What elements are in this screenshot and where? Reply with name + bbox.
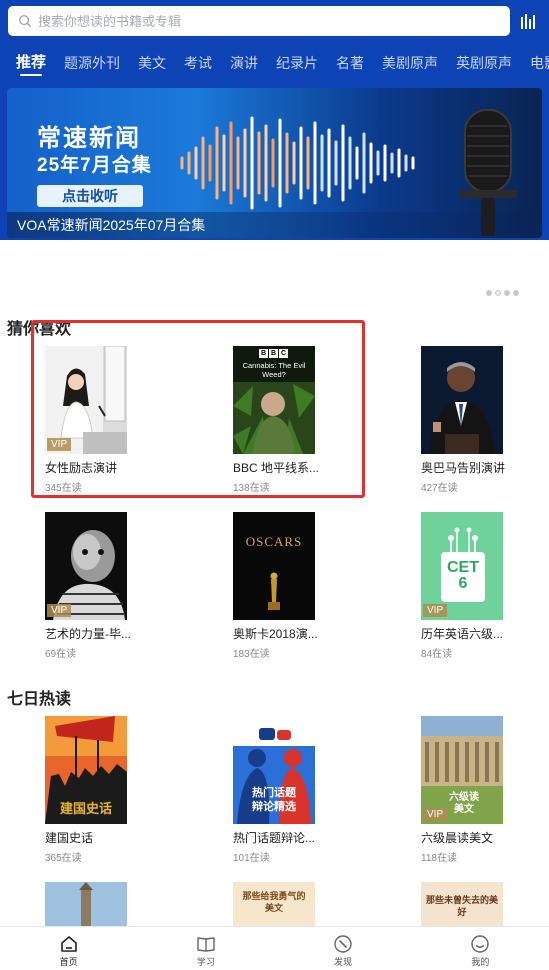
carousel-dot xyxy=(495,290,501,296)
reader-count: 118在读 xyxy=(421,853,457,864)
carousel-dot xyxy=(486,290,492,296)
vip-badge: VIP xyxy=(423,604,448,617)
book-cover[interactable] xyxy=(45,882,127,926)
tab-exams[interactable]: 考试 xyxy=(184,44,212,82)
tab-movies[interactable]: 电影原 xyxy=(530,44,549,82)
carousel-dot xyxy=(504,290,510,296)
nav-label: 我的 xyxy=(471,957,490,967)
cover-text: 那些给我勇气的美文 xyxy=(242,891,306,913)
vip-badge: VIP xyxy=(423,808,448,821)
listen-button[interactable]: 点击收听 xyxy=(37,185,143,207)
category-tabs: 推荐 题源外刊 美文 考试 演讲 纪录片 名著 美剧原声 英剧原声 电影原 xyxy=(0,44,549,82)
cover-text: CET 6 xyxy=(447,559,479,592)
nav-label: 发现 xyxy=(334,957,353,967)
book-cover: CET 6 VIP xyxy=(421,512,503,620)
tab-documentaries[interactable]: 纪录片 xyxy=(276,44,318,82)
stats-icon[interactable] xyxy=(519,11,539,31)
reader-count: 69在读 xyxy=(45,649,77,660)
book-cover: 热门话题辩论精选 xyxy=(233,716,315,824)
book-cover[interactable]: 那些给我勇气的美文 xyxy=(233,882,315,926)
book-title: 六级晨读美文 xyxy=(421,831,494,845)
search-input[interactable] xyxy=(38,13,478,29)
cover-text: 热门话题辩论精选 xyxy=(252,787,296,813)
book-title: 艺术的力量-毕... xyxy=(45,627,131,641)
section-title-hot: 七日热读 xyxy=(7,691,72,708)
tab-us-drama[interactable]: 美剧原声 xyxy=(382,44,438,82)
sound-wave-graphic xyxy=(180,116,415,210)
cover-text: 那些未曾失去的美好 xyxy=(425,895,498,917)
book-cover[interactable]: 那些未曾失去的美好 xyxy=(421,882,503,926)
tab-speeches[interactable]: 演讲 xyxy=(230,44,258,82)
cover-text: 六级读美文 xyxy=(449,792,479,815)
book-title: 奥巴马告别演讲 xyxy=(421,461,506,475)
banner-title: 常速新闻 xyxy=(37,125,141,152)
banner-caption: VOA常速新闻2025年07月合集 xyxy=(7,212,542,238)
search-bar[interactable] xyxy=(8,6,510,36)
book-cover: 六级读美文 VIP xyxy=(421,716,503,824)
profile-icon xyxy=(471,935,490,953)
reader-count: 365在读 xyxy=(45,853,82,864)
book-cover: VIP xyxy=(45,512,127,620)
reader-count: 84在读 xyxy=(421,649,453,660)
nav-study[interactable]: 学习 xyxy=(137,927,274,970)
banner-subtitle: 25年7月合集 xyxy=(37,155,152,176)
tab-classics[interactable]: 名著 xyxy=(336,44,364,82)
compass-icon xyxy=(334,935,352,953)
tab-recommend[interactable]: 推荐 xyxy=(16,44,46,82)
search-icon xyxy=(19,15,31,27)
highlight-box xyxy=(31,320,365,498)
nav-discover[interactable]: 发现 xyxy=(275,927,412,970)
bottom-nav: 首页 学习 发现 我的 xyxy=(0,926,549,970)
app-page: 推荐 题源外刊 美文 考试 演讲 纪录片 名著 美剧原声 英剧原声 电影原 xyxy=(0,0,549,970)
reader-count: 427在读 xyxy=(421,483,458,494)
home-icon xyxy=(60,936,77,952)
banner[interactable]: 常速新闻 25年7月合集 点击收听 VOA常速新闻2025年07月合集 xyxy=(7,88,542,238)
nav-label: 首页 xyxy=(59,957,78,967)
carousel-indicator xyxy=(486,290,519,296)
tab-essays[interactable]: 美文 xyxy=(138,44,166,82)
book-cover: OSCARS xyxy=(233,512,315,620)
reader-count: 183在读 xyxy=(233,649,270,660)
book-cover: 建国史话 xyxy=(45,716,127,824)
book-cover xyxy=(421,346,503,454)
cover-text: 建国史话 xyxy=(59,801,112,816)
nav-label: 学习 xyxy=(196,957,215,967)
book-title: 热门话题辩论... xyxy=(233,831,316,845)
carousel-dot xyxy=(513,290,519,296)
nav-home[interactable]: 首页 xyxy=(0,927,137,970)
book-icon xyxy=(197,937,215,952)
tab-exam-magazines[interactable]: 题源外刊 xyxy=(64,44,120,82)
tab-uk-drama[interactable]: 英剧原声 xyxy=(456,44,512,82)
nav-profile[interactable]: 我的 xyxy=(412,927,549,970)
book-title: 奥斯卡2018演... xyxy=(233,627,318,641)
reader-count: 101在读 xyxy=(233,853,270,864)
book-title: 历年英语六级... xyxy=(421,627,504,641)
vip-badge: VIP xyxy=(47,604,72,617)
book-title: 建国史话 xyxy=(45,831,94,845)
cover-text: OSCARS xyxy=(245,534,303,549)
